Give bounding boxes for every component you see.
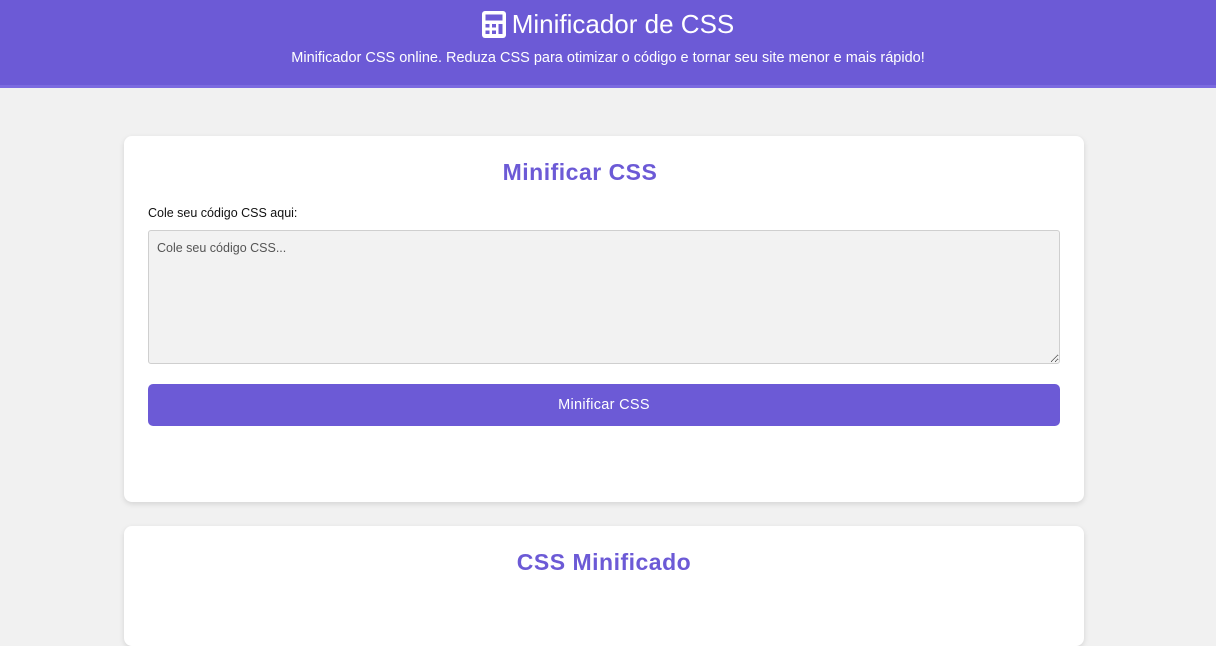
- minify-css-button[interactable]: Minificar CSS: [148, 384, 1060, 426]
- output-card: CSS Minificado: [124, 526, 1084, 646]
- site-header: Minificador de CSS Minificador CSS onlin…: [0, 0, 1216, 88]
- css-input-label: Cole seu código CSS aqui:: [148, 206, 298, 220]
- site-title-row: Minificador de CSS: [0, 8, 1216, 40]
- page-title: Minificador de CSS: [511, 9, 735, 39]
- minify-card-title: Minificar CSS: [502, 159, 658, 185]
- page-subtitle: Minificador CSS online. Reduza CSS para …: [291, 50, 925, 66]
- minify-card: Minificar CSS Cole seu código CSS aqui: …: [124, 136, 1084, 502]
- calculator-icon: [481, 10, 506, 38]
- css-input[interactable]: [148, 230, 1060, 364]
